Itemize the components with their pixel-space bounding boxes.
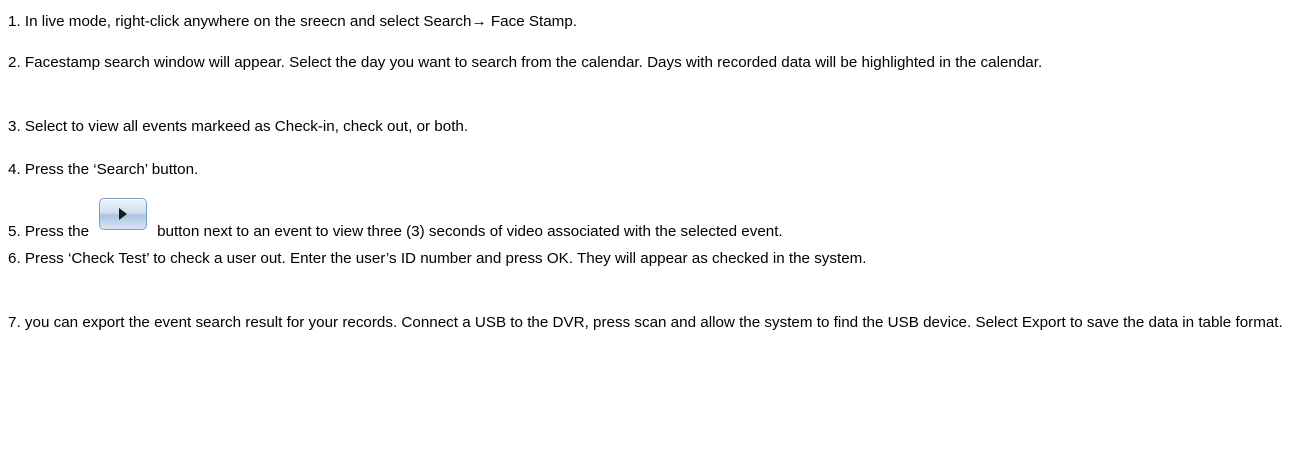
step-7: 7. you can export the event search resul…: [8, 312, 1284, 333]
step-2: 2. Facestamp search window will appear. …: [8, 52, 1284, 73]
step-6-text: Press ‘Check Test’ to check a user out. …: [24, 250, 867, 267]
play-triangle-icon: [119, 208, 128, 220]
step-7-number: 7.: [8, 314, 21, 331]
step-7-text: you can export the event search result f…: [24, 314, 1283, 331]
step-4-text: Press the ‘Search’ button.: [24, 161, 199, 178]
step-6-number: 6.: [8, 250, 21, 267]
step-1-number: 1.: [8, 13, 21, 30]
step-3-number: 3.: [8, 118, 21, 135]
step-4: 4. Press the ‘Search’ button.: [8, 159, 1284, 180]
step-5-text-before: Press the: [24, 223, 90, 240]
step-3: 3. Select to view all events markeed as …: [8, 116, 1284, 137]
step-2-number: 2.: [8, 54, 21, 71]
step-5-number: 5.: [8, 223, 21, 240]
play-button-icon: [99, 198, 148, 230]
step-1: 1. In live mode, right-click anywhere on…: [8, 11, 1284, 32]
step-3-text: Select to view all events markeed as Che…: [24, 118, 469, 135]
step-5: 5. Press the button next to an event to v…: [8, 198, 1284, 242]
step-5-text-after: button next to an event to view three (3…: [157, 223, 783, 240]
step-4-number: 4.: [8, 161, 21, 178]
step-1-text: In live mode, right-click anywhere on th…: [24, 13, 577, 30]
step-2-text: Facestamp search window will appear. Sel…: [24, 54, 1043, 71]
step-6: 6. Press ‘Check Test’ to check a user ou…: [8, 248, 1284, 269]
